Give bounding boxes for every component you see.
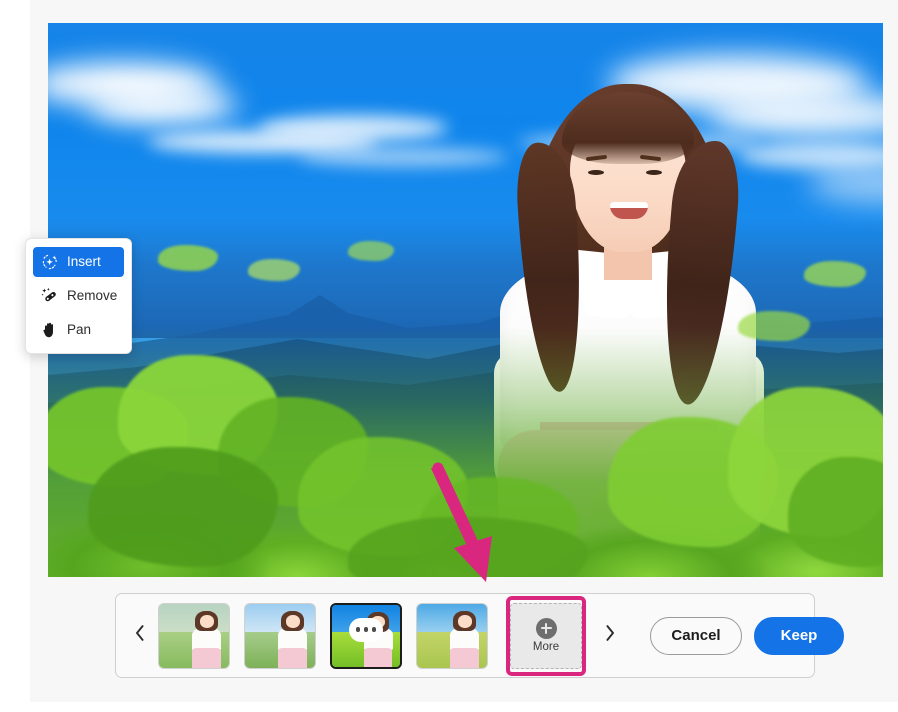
variations-toolbar: More Cancel Keep [115, 593, 844, 678]
toolbar-actions: Cancel Keep [650, 616, 844, 655]
more-label: More [532, 640, 560, 653]
tool-item-label: Pan [67, 322, 92, 338]
more-variations-button[interactable]: More [510, 602, 582, 669]
editor-root: Insert Remove Pan More Cancel Keep [0, 0, 898, 712]
right-gutter [884, 0, 898, 712]
variation-thumbnail-4[interactable] [416, 602, 488, 669]
bottom-gutter [0, 702, 898, 712]
tool-item-label: Remove [67, 288, 118, 304]
cancel-button[interactable]: Cancel [650, 616, 742, 655]
hint-arrow-annotation [431, 462, 492, 582]
tool-item-remove[interactable]: Remove [33, 281, 124, 311]
hand-icon [41, 321, 59, 339]
magic-eraser-icon [41, 287, 59, 305]
prev-variation-button[interactable] [126, 616, 154, 656]
tool-item-label: Insert [67, 254, 101, 270]
keep-button[interactable]: Keep [754, 616, 844, 655]
tool-item-pan[interactable]: Pan [33, 315, 124, 345]
variation-thumbnail-3[interactable] [330, 602, 402, 669]
thumbnail-options-badge[interactable] [349, 617, 383, 642]
variation-thumbnail-1[interactable] [158, 602, 230, 669]
next-variation-button[interactable] [596, 616, 624, 656]
left-gutter [0, 0, 30, 712]
variation-thumbnail-list [154, 602, 492, 669]
chevron-left-icon [134, 624, 146, 647]
variation-thumbnail-2[interactable] [244, 602, 316, 669]
sparkle-brush-icon [41, 253, 59, 271]
more-variations-highlight: More [506, 595, 586, 676]
plus-circle-icon [535, 617, 557, 639]
chevron-right-icon [604, 624, 616, 647]
tool-menu: Insert Remove Pan [25, 238, 132, 354]
tool-item-insert[interactable]: Insert [33, 247, 124, 277]
